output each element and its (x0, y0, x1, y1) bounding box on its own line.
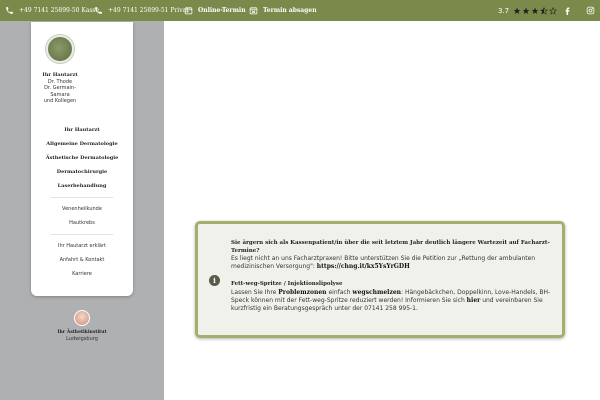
notice-body-petition: Es liegt nicht an uns Facharztpraxen! Bi… (231, 255, 552, 271)
practice-logo[interactable] (46, 35, 74, 63)
nav-item-ihr-hautarzt[interactable]: Ihr Hautarzt (31, 123, 133, 137)
nav-item-dermatochirurgie[interactable]: Dermatochirurgie (31, 165, 133, 179)
nav-item-hautkrebs[interactable]: Hautkrebs (31, 216, 133, 230)
emphasis-wegschmelzen: wegschmelzen (352, 288, 402, 296)
aesthetikinstitut-logo[interactable] (74, 310, 90, 326)
main-content (164, 21, 600, 400)
phone-icon (6, 7, 13, 14)
termin-absagen-label: Termin absagen (263, 7, 317, 14)
nav-item-venenheilkunde[interactable]: Venenheilkunde (31, 202, 133, 216)
termin-absagen-link[interactable]: Termin absagen (249, 0, 317, 21)
instagram-icon[interactable] (586, 6, 595, 15)
phone-privat-link[interactable]: +49 7141 25899-51 Privat (94, 0, 189, 21)
aesthetikinstitut-city: Ludwigsburg (66, 336, 98, 342)
rating-widget[interactable]: 3.7 (498, 0, 558, 21)
phone-icon (95, 7, 102, 14)
nav-item-aesthetische-dermatologie[interactable]: Ästhetische Dermatologie (31, 151, 133, 165)
nav-item-karriere[interactable]: Karriere (31, 267, 133, 281)
star-full-icon (522, 7, 530, 14)
logo-caption: Ihr Hautarzt Dr. Thode Dr. Germain- Sama… (31, 72, 89, 105)
info-notice-box: i Sie ärgern sich als Kassenpatient/in ü… (195, 221, 565, 338)
notice-title-waiting-time: Sie ärgern sich als Kassenpatient/in übe… (231, 240, 550, 254)
emphasis-problemzonen: Problemzonen (278, 288, 327, 296)
divider (51, 234, 113, 235)
rating-value: 3.7 (498, 6, 510, 15)
star-half-icon (540, 6, 549, 15)
text-fragment: Lassen Sie Ihre (231, 288, 279, 296)
nav-item-anfahrt-kontakt[interactable]: Anfahrt & Kontakt (31, 253, 133, 267)
text-fragment: einfach (326, 288, 353, 296)
phone-kasse-text: +49 7141 25899-50 Kasse (19, 7, 100, 14)
nav-item-laserbehandlung[interactable]: Laserbehandlung (31, 179, 133, 193)
notice-body-fett-weg: Lassen Sie Ihre Problemzonen einfach weg… (231, 289, 552, 313)
calendar-icon (184, 7, 193, 15)
top-bar: +49 7141 25899-50 Kasse +49 7141 25899-5… (0, 0, 600, 21)
nav-item-hautarzt-erklaert[interactable]: Ihr Hautarzt erklärt (31, 239, 133, 253)
hier-link[interactable]: hier (467, 297, 481, 304)
star-full-icon (513, 7, 521, 14)
divider (51, 197, 113, 198)
petition-link[interactable]: https://chng.it/kx5YsYrGDH (317, 263, 410, 270)
calendar-icon (249, 7, 258, 15)
main-nav: Ihr Hautarzt Allgemeine Dermatologie Äst… (31, 123, 133, 281)
facebook-icon[interactable] (563, 6, 572, 15)
aesthetikinstitut-caption[interactable]: Ihr Ästhetikinstitut Ludwigsburg (50, 330, 114, 342)
logo-title: Ihr Hautarzt (42, 72, 78, 78)
phone-privat-text: +49 7141 25899-51 Privat (108, 7, 189, 14)
nav-item-allgemeine-dermatologie[interactable]: Allgemeine Dermatologie (31, 137, 133, 151)
aesthetikinstitut-title: Ihr Ästhetikinstitut (57, 330, 107, 335)
doctor-name: und Kollegen (43, 98, 77, 104)
notice-title-fett-weg: Fett-weg-Spritze / Injektionslipolyse (231, 281, 343, 287)
phone-kasse-link[interactable]: +49 7141 25899-50 Kasse (5, 0, 99, 21)
star-full-icon (531, 7, 539, 14)
online-termin-link[interactable]: Online-Termin (184, 0, 246, 21)
star-empty-icon (549, 6, 558, 15)
online-termin-label: Online-Termin (198, 7, 246, 14)
info-icon: i (209, 275, 220, 286)
